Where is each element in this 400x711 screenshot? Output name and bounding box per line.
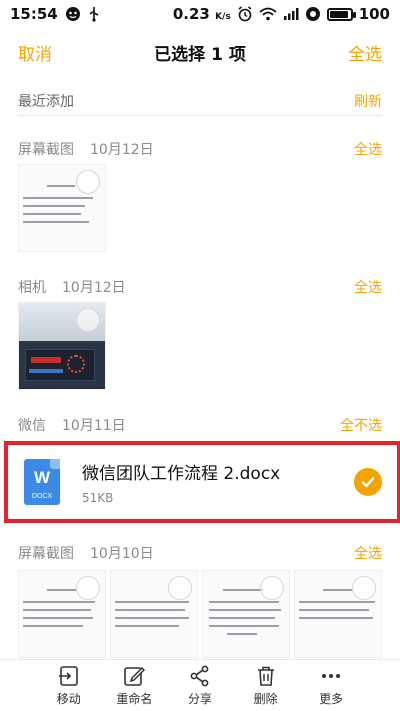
select-circle[interactable]	[168, 576, 192, 600]
rename-icon	[124, 666, 146, 686]
section-header-screenshots: 屏幕截图 10月12日 全选	[18, 138, 382, 160]
network-speed: 0.23	[172, 5, 210, 23]
section-date: 10月12日	[90, 142, 154, 158]
signal-4g-icon	[283, 7, 299, 21]
delete-label: 删除	[253, 691, 278, 706]
section-select-all-button[interactable]: 全选	[354, 543, 382, 563]
recent-header: 最近添加 刷新	[18, 86, 382, 116]
status-time: 15:54	[10, 5, 58, 23]
cancel-button[interactable]: 取消	[18, 40, 52, 65]
screenshot-thumbnail[interactable]	[110, 570, 198, 658]
section-name: 屏幕截图	[18, 546, 74, 562]
usb-icon	[88, 6, 100, 22]
bottom-toolbar: 移动 重命名 分享 删除 更多	[0, 659, 400, 711]
doc-icon-letter: W	[33, 468, 51, 487]
section-header-camera: 相机 10月12日 全选	[18, 276, 382, 298]
more-button[interactable]: 更多	[301, 665, 361, 707]
alarm-icon	[237, 6, 253, 22]
battery-icon	[326, 7, 356, 21]
refresh-button[interactable]: 刷新	[354, 91, 382, 111]
delete-button[interactable]: 删除	[236, 665, 296, 707]
camera-photo-thumbnail[interactable]	[18, 302, 106, 390]
section-select-all-button[interactable]: 全选	[354, 139, 382, 159]
status-bar: 15:54 0.23 K/s 100	[0, 0, 400, 28]
select-circle[interactable]	[352, 576, 376, 600]
move-icon	[58, 665, 78, 686]
move-label: 移动	[56, 691, 81, 706]
section-name: 相机	[18, 280, 46, 296]
word-doc-icon: W DOCX	[24, 459, 60, 505]
file-size: 51KB	[82, 491, 114, 505]
page-title: 已选择 1 项	[154, 44, 246, 65]
select-circle[interactable]	[76, 170, 100, 194]
section-date: 10月12日	[62, 280, 126, 296]
section-deselect-all-button[interactable]: 全不选	[340, 415, 382, 435]
section-date: 10月10日	[90, 546, 154, 562]
battery-level: 100	[358, 5, 390, 23]
more-label: 更多	[319, 691, 344, 706]
rename-label: 重命名	[116, 691, 153, 706]
section-name: 微信	[18, 418, 46, 434]
doc-icon-ext: DOCX	[31, 493, 53, 500]
move-button[interactable]: 移动	[39, 665, 99, 707]
screenshot-thumbnail[interactable]	[202, 570, 290, 658]
screenshot-thumbnail[interactable]	[294, 570, 382, 658]
title-bar: 取消 已选择 1 项 全选	[0, 30, 400, 74]
section-name: 屏幕截图	[18, 142, 74, 158]
wifi-icon	[259, 7, 277, 21]
screenshot-thumbnail[interactable]	[18, 570, 106, 658]
file-name: 微信团队工作流程 2.docx	[82, 464, 281, 484]
share-icon	[190, 665, 209, 686]
section-date: 10月11日	[62, 418, 126, 434]
select-circle[interactable]	[76, 576, 100, 600]
screenshot-thumbnail[interactable]	[18, 164, 106, 252]
delete-icon	[257, 666, 274, 686]
selected-check-icon[interactable]	[354, 468, 382, 496]
select-all-button[interactable]: 全选	[348, 40, 382, 65]
share-button[interactable]: 分享	[170, 665, 230, 707]
recent-label: 最近添加	[18, 93, 74, 110]
more-icon	[322, 673, 341, 678]
network-speed-unit: K/s	[215, 12, 231, 22]
app-notification-icon	[65, 6, 81, 22]
section-select-all-button[interactable]: 全选	[354, 277, 382, 297]
file-row-selected[interactable]: W DOCX 微信团队工作流程 2.docx 51KB	[4, 441, 400, 523]
section-header-screenshots-2: 屏幕截图 10月10日 全选	[18, 542, 382, 564]
select-circle[interactable]	[76, 308, 100, 332]
section-header-wechat: 微信 10月11日 全不选	[18, 414, 382, 436]
share-label: 分享	[187, 691, 212, 706]
rename-button[interactable]: 重命名	[104, 665, 164, 707]
data-saver-icon	[305, 6, 321, 22]
select-circle[interactable]	[260, 576, 284, 600]
